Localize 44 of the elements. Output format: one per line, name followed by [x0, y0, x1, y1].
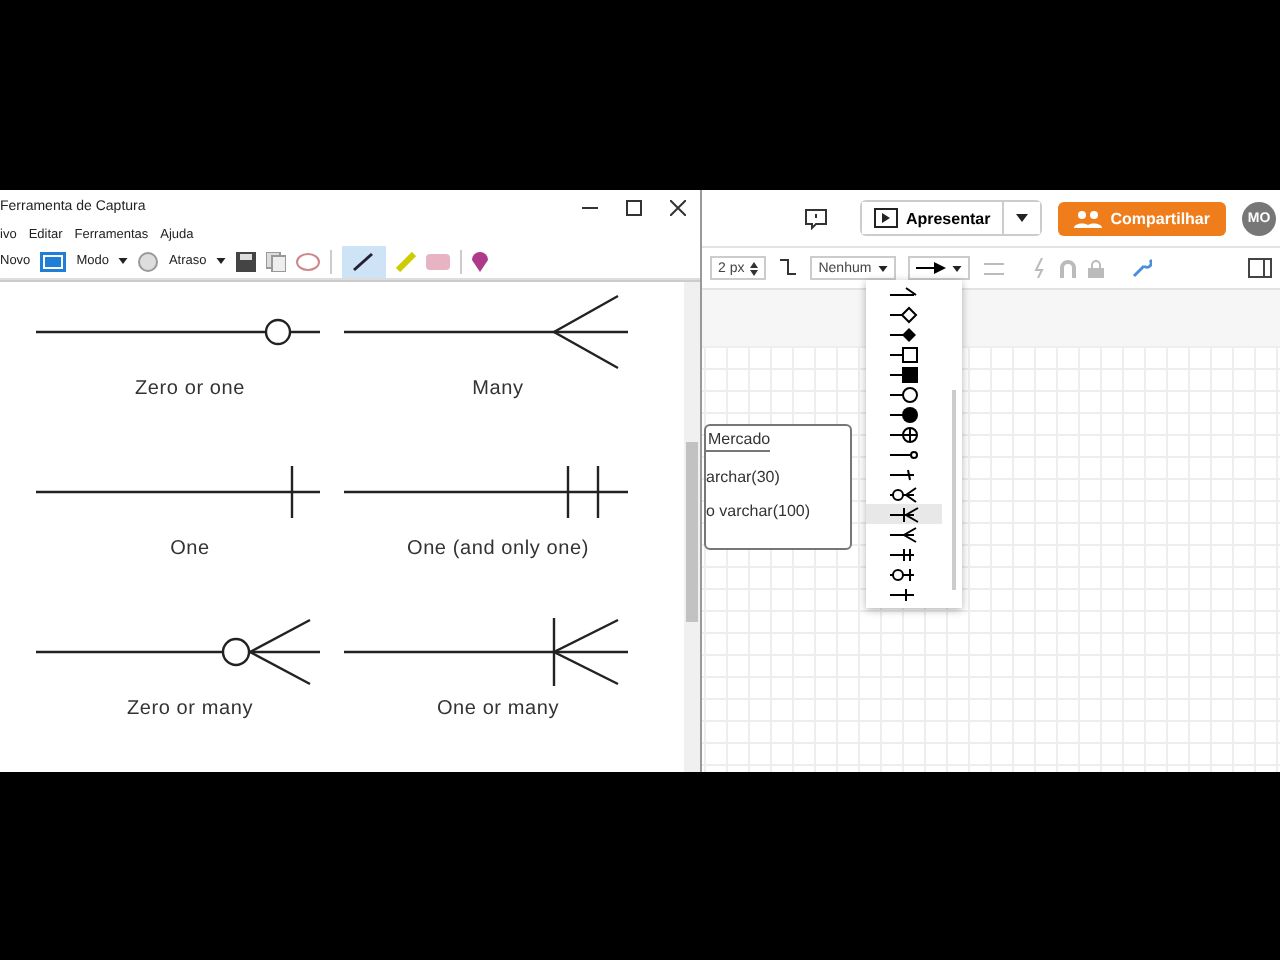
line-end-dropdown[interactable] [907, 256, 970, 280]
line-end-icon [890, 325, 922, 343]
arrow-icon [915, 262, 946, 274]
arrow-option[interactable] [866, 504, 942, 524]
present-button[interactable]: Apresentar [861, 202, 1005, 234]
caret-icon [951, 265, 962, 271]
waypoint-icon[interactable] [778, 258, 799, 278]
line-end-icon [890, 505, 922, 523]
copy-icon[interactable] [266, 251, 287, 271]
notation-label: Many [472, 378, 524, 400]
table-shape[interactable]: Mercado archar(30) o varchar(100) [704, 424, 852, 550]
notation-label: One [170, 538, 210, 560]
line-end-icon [890, 425, 922, 443]
line-end-icon [890, 405, 922, 423]
notation-label: One or many [436, 698, 560, 720]
line-end-icon [890, 485, 922, 503]
table-field: archar(30) [706, 468, 780, 502]
line-end-icon [890, 345, 922, 363]
caret-icon [1016, 213, 1029, 221]
people-icon [1074, 209, 1103, 227]
table-field: o varchar(100) [706, 502, 811, 536]
line-end-icon [890, 365, 922, 383]
caret-icon[interactable] [216, 258, 227, 264]
mode-icon[interactable] [40, 251, 67, 271]
play-icon [873, 208, 898, 228]
close-icon[interactable] [670, 199, 686, 215]
caret-icon[interactable] [118, 258, 129, 264]
notation-label: Zero or one [135, 378, 245, 400]
line-end-icon [890, 445, 922, 463]
panel-icon[interactable] [1248, 258, 1272, 278]
line-end-icon [890, 305, 922, 323]
notation-label: One (and only one) [406, 538, 589, 560]
comment-icon[interactable] [803, 207, 828, 229]
save-icon[interactable] [236, 251, 257, 271]
notation-label: Zero or many [126, 698, 254, 720]
pen-icon[interactable] [342, 245, 387, 277]
maximize-icon[interactable] [626, 199, 642, 215]
table-title: Mercado [706, 426, 771, 452]
line-end-icon [890, 525, 922, 543]
spinner-icon [750, 261, 759, 275]
paint-drop-icon[interactable] [472, 251, 489, 271]
caret-icon [877, 265, 888, 271]
wrench-icon[interactable] [1131, 258, 1152, 278]
line-end-icon [890, 385, 922, 403]
